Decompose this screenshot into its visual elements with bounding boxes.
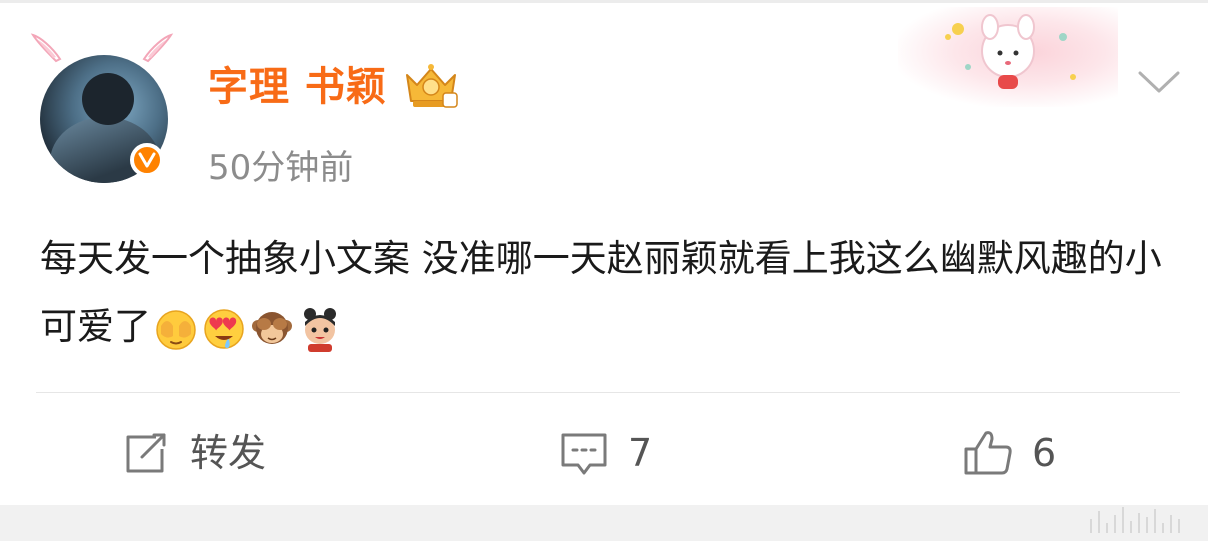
post-time[interactable]: 50分钟前 [208,148,353,188]
crown-badge-icon[interactable] [401,63,461,111]
repost-button[interactable]: 转发 [120,423,266,483]
user-name-row: 字理 书颖 [208,63,461,111]
shy-face-emoji-icon [156,309,196,350]
thumbs-up-icon [964,431,1012,475]
decorative-card-skin [898,7,1118,107]
weibo-post-card: 字理 书颖 50分钟前 每天发一个抽象小文案 没准哪一天赵丽颖就看上我这么幽默风… [0,0,1208,541]
repost-icon [126,433,166,473]
bottom-strip [0,505,1208,541]
like-count: 6 [1032,431,1057,475]
user-avatar-frame[interactable] [28,29,178,189]
bunny-ear-left-icon [30,33,62,63]
comment-icon [561,433,607,475]
comment-button[interactable]: 7 [558,423,652,483]
emoji-row [153,306,343,352]
bunny-ear-right-icon [142,33,174,63]
chevron-down-icon[interactable] [1136,67,1182,97]
nezha-emoji-icon [304,307,336,352]
like-button[interactable]: 6 [962,423,1056,483]
comment-count: 7 [628,431,653,475]
verified-v-icon [130,143,164,177]
see-no-evil-monkey-emoji-icon [252,311,292,344]
divider [36,392,1180,393]
post-content: 每天发一个抽象小文案 没准哪一天赵丽颖就看上我这么幽默风趣的小可爱了 [40,225,1180,361]
user-name[interactable]: 字理 书颖 [208,63,387,111]
repost-label: 转发 [190,431,267,475]
heart-eyes-drool-emoji-icon [204,308,244,349]
decorative-lines [1090,507,1180,533]
